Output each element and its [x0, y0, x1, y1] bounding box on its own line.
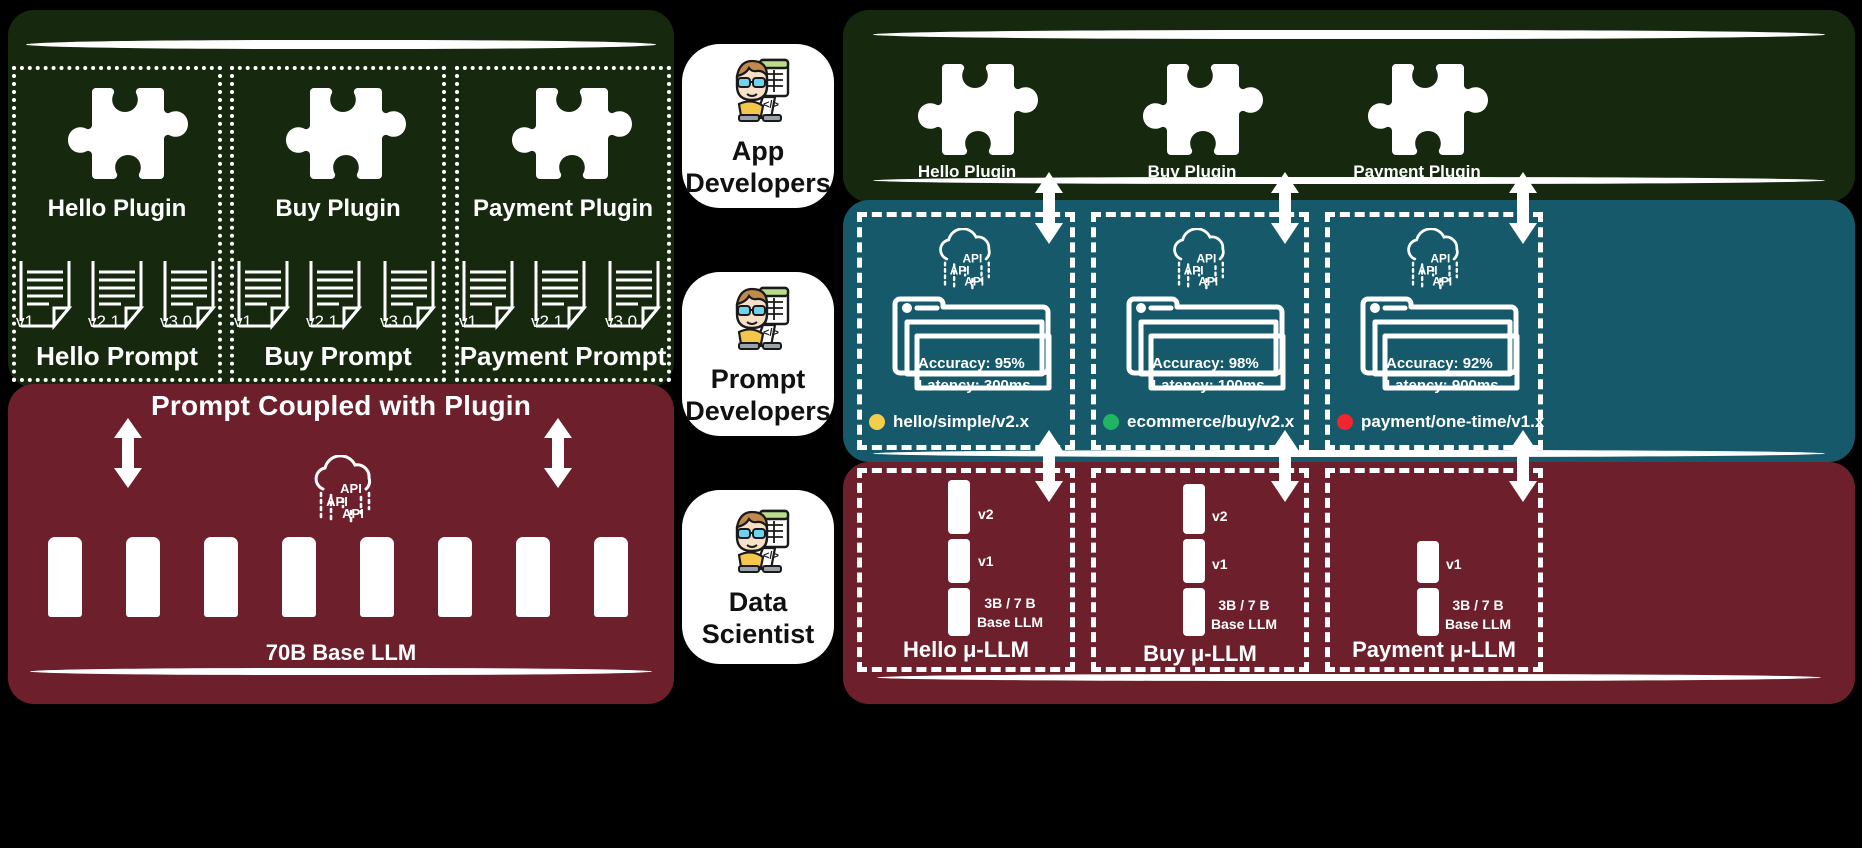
puzzle-piece-icon	[44, 86, 190, 190]
llm-layer-bar	[204, 537, 238, 617]
prompt-version-label: v3.0	[380, 312, 413, 331]
bidirectional-arrow-icon	[1265, 430, 1305, 502]
plugin-label: Hello Plugin	[47, 195, 187, 222]
api-cloud-icon: API API API	[1398, 228, 1470, 290]
latency-label: Latency: 300ms	[918, 376, 1031, 394]
micro-llm-base-spec: 3B / 7 B Base LLM	[1432, 596, 1524, 634]
llm-layer-bar	[126, 537, 160, 617]
puzzle-piece-icon	[1119, 62, 1265, 166]
persona-card-app-developers[interactable]: </> App Developers	[682, 44, 834, 208]
persona-title: Prompt Developers	[685, 364, 831, 426]
panel-bottom-squiggle	[877, 674, 1821, 681]
developer-avatar-icon: </>	[719, 52, 797, 130]
svg-text:</>: </>	[763, 327, 779, 339]
prompt-version-label: v1	[234, 312, 252, 331]
latency-label: Latency: 100ms	[1152, 376, 1265, 394]
status-dot	[869, 414, 885, 430]
puzzle-piece-icon	[488, 86, 634, 190]
bidirectional-arrow-icon	[1029, 430, 1069, 502]
llm-layer-bar	[438, 537, 472, 617]
api-cloud-icon: API API API	[305, 455, 383, 523]
panel-bottom-squiggle	[30, 668, 652, 675]
base-caption-label: Base LLM	[1444, 615, 1512, 632]
model-path-label: hello/simple/v2.x	[893, 412, 1030, 431]
latency-label: Latency: 900ms	[1386, 376, 1499, 394]
prompt-version-label: v2.1	[531, 312, 564, 331]
panel-bottom-squiggle	[873, 450, 1825, 457]
api-cloud-icon: API API API	[930, 228, 1002, 290]
model-path-label: ecommerce/buy/v2.x	[1127, 412, 1295, 431]
micro-llm-base-spec: 3B / 7 B Base LLM	[1198, 596, 1290, 634]
micro-llm-version-label: v1	[1446, 556, 1462, 572]
micro-llm-version-label: v1	[978, 553, 994, 569]
panel-top-squiggle	[873, 30, 1825, 39]
micro-llm-version-label: v1	[1212, 556, 1228, 572]
puzzle-piece-icon	[894, 62, 1040, 166]
micro-llm-base-spec: 3B / 7 B Base LLM	[964, 594, 1056, 632]
prompt-version-label: v2.1	[88, 312, 121, 331]
plugin-label: Buy Plugin	[275, 195, 401, 222]
plugin-label: Buy Plugin	[1147, 162, 1237, 181]
micro-llm-layer-bar	[948, 539, 970, 583]
micro-llm-version-label: v2	[1212, 508, 1228, 524]
micro-llm-label: Payment μ-LLM	[1352, 637, 1516, 662]
llm-layer-bar	[48, 537, 82, 617]
llm-layer-bar	[360, 537, 394, 617]
bidirectional-arrow-icon	[108, 418, 148, 488]
micro-llm-label: Hello μ-LLM	[903, 637, 1029, 662]
prompt-label: Payment Prompt	[459, 341, 667, 371]
persona-card-prompt-developers[interactable]: </> Prompt Developers	[682, 272, 834, 436]
micro-llm-layer-bar	[1183, 539, 1205, 583]
registry-metrics-payment: Accuracy: 92% Latency: 900ms	[1386, 353, 1566, 397]
prompt-version-label: v3.0	[605, 312, 638, 331]
micro-llm-layer-bar	[948, 480, 970, 534]
base-llm-label: 70B Base LLM	[265, 640, 417, 665]
bidirectional-arrow-icon	[538, 418, 578, 488]
micro-llm-layer-bar	[1183, 484, 1205, 534]
prompt-version-label: v1	[16, 312, 34, 331]
model-path-label: payment/one-time/v1.x	[1361, 412, 1545, 431]
svg-text:</>: </>	[763, 99, 779, 111]
persona-card-data-scientist[interactable]: </> Data Scientist	[682, 490, 834, 664]
developer-avatar-icon: </>	[719, 503, 797, 581]
status-dot	[1337, 414, 1353, 430]
bidirectional-arrow-icon	[1503, 172, 1543, 244]
status-dot	[1103, 414, 1119, 430]
base-size-label: 3B / 7 B	[984, 595, 1036, 611]
registry-metrics-hello: Accuracy: 95% Latency: 300ms	[918, 353, 1098, 397]
prompt-label: Buy Prompt	[264, 341, 412, 371]
api-cloud-icon: API API API	[1164, 228, 1236, 290]
llm-layer-bar	[282, 537, 316, 617]
bidirectional-arrow-icon	[1029, 172, 1069, 244]
puzzle-piece-icon	[1344, 62, 1490, 166]
base-caption-label: Base LLM	[976, 613, 1044, 630]
accuracy-label: Accuracy: 92%	[1386, 355, 1493, 372]
persona-title: Data Scientist	[701, 587, 815, 649]
micro-llm-version-label: v2	[978, 506, 994, 522]
prompt-label: Hello Prompt	[36, 341, 198, 371]
llm-layer-bar	[516, 537, 550, 617]
bidirectional-arrow-icon	[1265, 172, 1305, 244]
accuracy-label: Accuracy: 98%	[1152, 355, 1259, 372]
accuracy-label: Accuracy: 95%	[918, 355, 1025, 372]
micro-llm-layer-bar	[1417, 541, 1439, 583]
base-size-label: 3B / 7 B	[1218, 597, 1270, 613]
developer-avatar-icon: </>	[719, 280, 797, 358]
base-caption-label: Base LLM	[1210, 615, 1278, 632]
base-size-label: 3B / 7 B	[1452, 597, 1504, 613]
panel-top-squiggle	[26, 40, 656, 49]
persona-title: App Developers	[685, 136, 831, 198]
prompt-version-label: v2.1	[306, 312, 339, 331]
micro-llm-label: Buy μ-LLM	[1143, 641, 1257, 666]
prompt-version-label: v3.0	[160, 312, 193, 331]
bidirectional-arrow-icon	[1503, 430, 1543, 502]
prompt-version-label: v1	[459, 312, 477, 331]
registry-metrics-buy: Accuracy: 98% Latency: 100ms	[1152, 353, 1332, 397]
diagram-canvas: Hello Plugin v1 v2.1 v3.0 Hello Prompt B…	[0, 0, 1862, 848]
plugin-label: Payment Plugin	[472, 195, 654, 222]
puzzle-piece-icon	[262, 86, 408, 190]
plugin-label: Payment Plugin	[1353, 162, 1481, 181]
svg-text:</>: </>	[763, 550, 779, 562]
llm-layer-bar	[594, 537, 628, 617]
